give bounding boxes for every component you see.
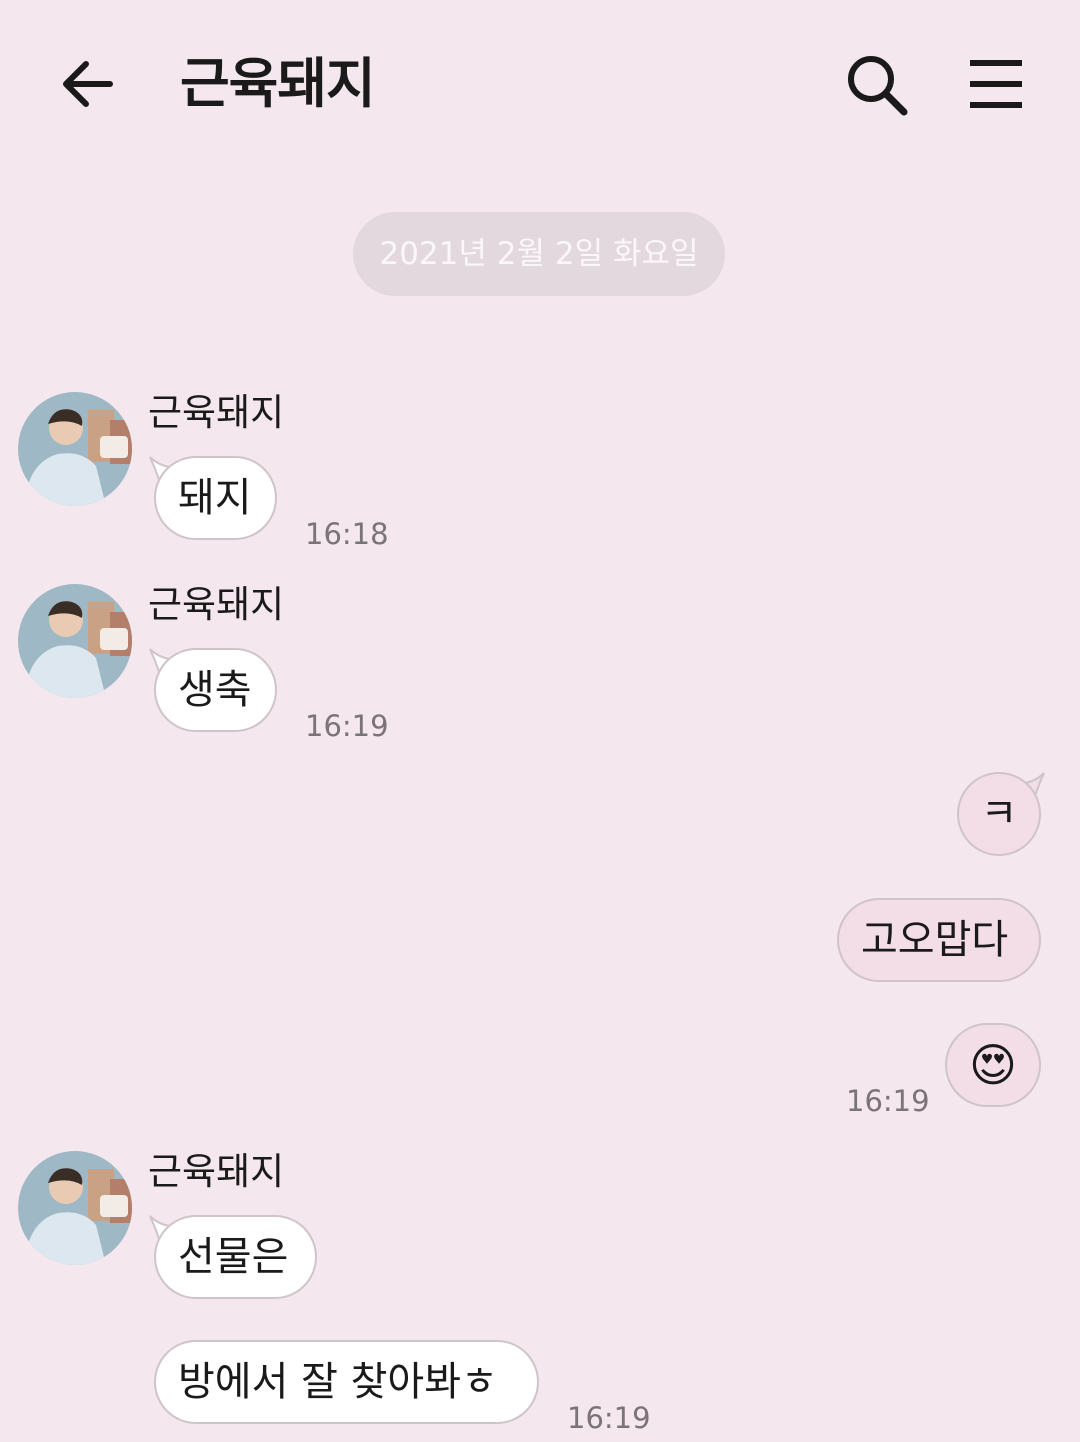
- avatar-photo: [18, 1151, 132, 1265]
- message-bubble[interactable]: 생축: [154, 648, 277, 732]
- message-bubble[interactable]: ㅋ: [957, 772, 1041, 856]
- chat-header: 근육돼지: [0, 0, 1080, 170]
- message-time: 16:19: [846, 1084, 930, 1118]
- avatar[interactable]: [18, 584, 132, 698]
- hamburger-menu-icon[interactable]: [966, 56, 1026, 112]
- message-bubble[interactable]: 고오맙다: [837, 898, 1041, 982]
- message-bubble[interactable]: 선물은: [154, 1215, 317, 1299]
- sender-name: 근육돼지: [148, 1150, 285, 1193]
- date-divider: 2021년 2월 2일 화요일: [353, 212, 725, 296]
- message-bubble[interactable]: 😍: [945, 1023, 1041, 1107]
- sender-name: 근육돼지: [148, 583, 285, 626]
- message-time: 16:19: [567, 1401, 651, 1435]
- page-title: 근육돼지: [180, 52, 376, 115]
- message-bubble[interactable]: 방에서 잘 찾아봐ㅎ: [154, 1340, 539, 1424]
- sender-name: 근육돼지: [148, 391, 285, 434]
- arrow-left-icon[interactable]: [56, 52, 120, 116]
- avatar[interactable]: [18, 1151, 132, 1265]
- message-time: 16:18: [305, 517, 389, 551]
- avatar-photo: [18, 392, 132, 506]
- message-time: 16:19: [305, 709, 389, 743]
- message-bubble[interactable]: 돼지: [154, 456, 277, 540]
- avatar-photo: [18, 584, 132, 698]
- avatar[interactable]: [18, 392, 132, 506]
- search-icon[interactable]: [844, 52, 910, 118]
